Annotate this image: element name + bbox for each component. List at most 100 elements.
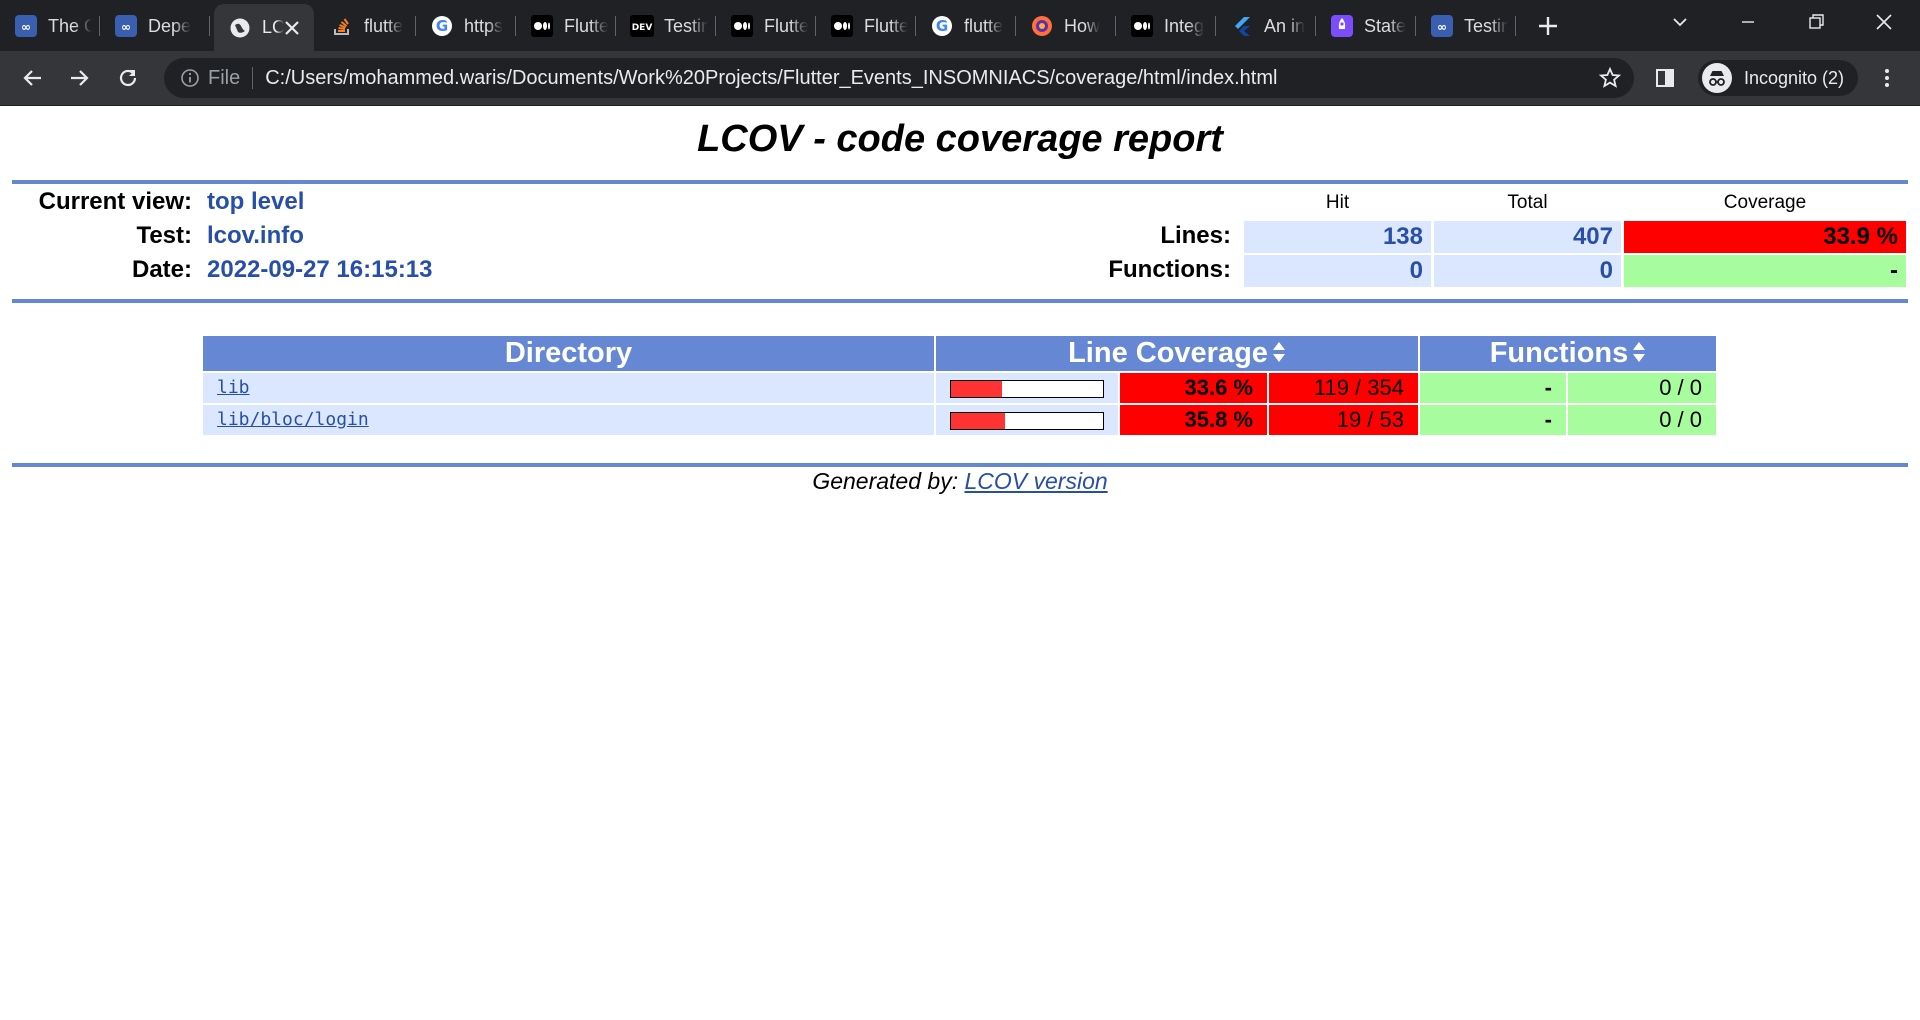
- lines-label: Lines:: [1160, 222, 1231, 249]
- function-coverage-percent: -: [1420, 405, 1566, 435]
- page-content: LCOV - code coverage report Current view…: [0, 106, 1920, 1020]
- tab-title: The C: [48, 15, 92, 36]
- test-label: Test:: [136, 222, 192, 249]
- function-coverage-count: 0 / 0: [1568, 373, 1716, 403]
- functions-hit: 0: [1244, 255, 1431, 287]
- rocket-icon: [1330, 14, 1354, 38]
- test-value: lcov.info: [207, 222, 304, 249]
- minimize-icon[interactable]: [1720, 6, 1776, 38]
- new-tab-icon[interactable]: [1532, 10, 1564, 42]
- restore-icon[interactable]: [1788, 6, 1844, 38]
- svg-text:G: G: [436, 17, 448, 35]
- tab-title: How: [1064, 15, 1101, 36]
- function-coverage-percent: -: [1420, 373, 1566, 403]
- directory-link[interactable]: lib: [217, 377, 250, 398]
- tab-title: LCOV: [262, 17, 284, 37]
- browser-tab[interactable]: Flutte: [516, 6, 616, 46]
- current-view-value: top level: [207, 188, 305, 215]
- coverage-bar-cell: [936, 405, 1118, 435]
- coverage-bar: [950, 380, 1104, 398]
- line-coverage-percent: 33.6 %: [1120, 373, 1267, 403]
- sort-icon[interactable]: [1272, 337, 1286, 372]
- tab-title: https: [464, 15, 504, 36]
- reload-icon[interactable]: [111, 61, 145, 95]
- tab-title: Depe: [148, 15, 192, 36]
- tab-title: State: [1364, 15, 1407, 36]
- incognito-icon: [1702, 63, 1732, 93]
- browser-tab[interactable]: An in: [1216, 6, 1316, 46]
- close-tab-icon[interactable]: [282, 18, 302, 38]
- total-header: Total: [1507, 192, 1548, 213]
- scheme-label: File: [208, 66, 241, 89]
- line-coverage-header[interactable]: Line Coverage: [936, 336, 1418, 371]
- browser-tab[interactable]: Flutte: [816, 6, 916, 46]
- tab-title: Flutte: [764, 15, 808, 36]
- kebab-menu-icon[interactable]: [1870, 61, 1904, 95]
- hit-header: Hit: [1325, 192, 1350, 213]
- browser-toolbar: File C:/Users/mohammed.waris/Documents/W…: [0, 51, 1920, 106]
- line-coverage-count: 19 / 53: [1269, 405, 1418, 435]
- info-icon[interactable]: [178, 66, 202, 90]
- back-arrow-icon[interactable]: [15, 61, 49, 95]
- dev-icon: DEV: [630, 14, 654, 38]
- medium-icon: [530, 14, 554, 38]
- table-row-directory: lib: [203, 373, 934, 403]
- url-text[interactable]: C:/Users/mohammed.waris/Documents/Work%2…: [265, 67, 1277, 90]
- browser-tab[interactable]: ∞ Depe: [100, 6, 210, 46]
- functions-header-label: Functions: [1489, 337, 1629, 369]
- incognito-profile-button[interactable]: Incognito (2): [1698, 60, 1859, 96]
- coverage-bar-cell: [936, 373, 1118, 403]
- browser-tab[interactable]: ∞ The C: [0, 6, 100, 46]
- tab-title: Testin: [664, 15, 708, 36]
- divider: [252, 67, 254, 89]
- firefox-icon: [1030, 14, 1054, 38]
- table-row-directory: lib/bloc/login: [203, 405, 934, 435]
- directory-link[interactable]: lib/bloc/login: [217, 409, 369, 430]
- functions-coverage: -: [1624, 255, 1906, 287]
- forward-arrow-icon[interactable]: [63, 61, 97, 95]
- globe-icon: [228, 16, 252, 40]
- directory-header-label: Directory: [504, 337, 633, 369]
- tab-search-icon[interactable]: [1652, 6, 1708, 38]
- footer: Generated by: LCOV version: [0, 468, 1920, 495]
- browser-tab[interactable]: G flutte: [916, 6, 1016, 46]
- browser-tab[interactable]: ∞ Testin: [1416, 6, 1516, 46]
- functions-header[interactable]: Functions: [1420, 336, 1716, 371]
- side-panel-icon[interactable]: [1648, 61, 1682, 95]
- stackoverflow-icon: [330, 14, 354, 38]
- svg-text:G: G: [936, 17, 948, 35]
- line-coverage-percent: 35.8 %: [1120, 405, 1267, 435]
- address-bar[interactable]: File C:/Users/mohammed.waris/Documents/W…: [164, 58, 1634, 98]
- coverage-bar: [950, 412, 1104, 430]
- medium-icon: [830, 14, 854, 38]
- codemagic-icon: ∞: [1430, 14, 1454, 38]
- close-window-icon[interactable]: [1856, 6, 1912, 38]
- lines-coverage: 33.9 %: [1624, 221, 1906, 253]
- browser-tab[interactable]: State: [1316, 6, 1416, 46]
- coverage-bar-fill: [951, 413, 1006, 429]
- tab-title: Testin: [1464, 15, 1508, 36]
- google-icon: G: [930, 14, 954, 38]
- function-coverage-count: 0 / 0: [1568, 405, 1716, 435]
- browser-tab[interactable]: Integ: [1116, 6, 1216, 46]
- browser-tab[interactable]: How: [1016, 6, 1116, 46]
- browser-tab-active[interactable]: LCOV: [214, 4, 314, 51]
- tab-title: An in: [1264, 15, 1306, 36]
- tab-title: Integ: [1164, 15, 1205, 36]
- lcov-version-link[interactable]: LCOV version: [964, 468, 1107, 494]
- browser-tab[interactable]: Flutte: [716, 6, 816, 46]
- browser-tab[interactable]: G https: [416, 6, 516, 46]
- directory-header[interactable]: Directory: [203, 336, 934, 371]
- browser-tab[interactable]: DEV Testin: [616, 6, 716, 46]
- svg-text:DEV: DEV: [632, 23, 653, 33]
- bookmark-star-icon[interactable]: [1598, 66, 1622, 90]
- browser-tab[interactable]: flutte: [316, 6, 416, 46]
- page-title: LCOV - code coverage report: [697, 118, 1223, 160]
- medium-icon: [1130, 14, 1154, 38]
- codemagic-icon: ∞: [14, 14, 38, 38]
- functions-total: 0: [1434, 255, 1621, 287]
- google-icon: G: [430, 14, 454, 38]
- current-view-label: Current view:: [38, 188, 192, 215]
- tab-title: Flutte: [564, 15, 608, 36]
- sort-icon[interactable]: [1632, 337, 1646, 372]
